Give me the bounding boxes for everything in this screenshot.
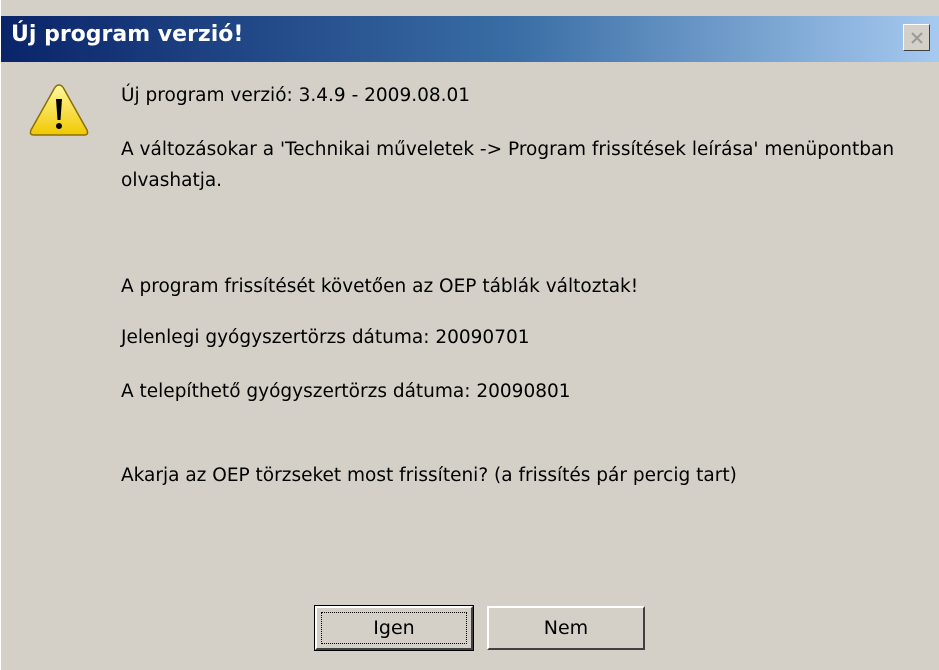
changes-text: A változásokar a 'Technikai műveletek ->… bbox=[121, 139, 895, 191]
focus-rectangle bbox=[321, 612, 467, 644]
yes-button[interactable]: Igen bbox=[314, 605, 474, 651]
title-bar[interactable]: Új program verzió! bbox=[1, 16, 939, 62]
no-button-label: Nem bbox=[543, 617, 589, 639]
version-text: Új program verzió: 3.4.9 - 2009.08.01 bbox=[121, 85, 471, 106]
oep-changed-text: A program frissítését követően az OEP tá… bbox=[121, 276, 639, 297]
question-text: Akarja az OEP törzseket most frissíteni?… bbox=[121, 465, 737, 486]
no-button[interactable]: Nem bbox=[487, 606, 645, 650]
current-date-text: Jelenlegi gyógyszertörzs dátuma: 2009070… bbox=[121, 327, 530, 348]
window-title: Új program verzió! bbox=[11, 22, 244, 47]
installable-date-text: A telepíthető gyógyszertörzs dátuma: 200… bbox=[121, 381, 571, 402]
warning-icon bbox=[29, 84, 89, 136]
close-button[interactable] bbox=[903, 24, 930, 51]
close-icon bbox=[910, 31, 923, 44]
dialog-window: Új program verzió! Új program verzió: 3.… bbox=[0, 0, 939, 670]
